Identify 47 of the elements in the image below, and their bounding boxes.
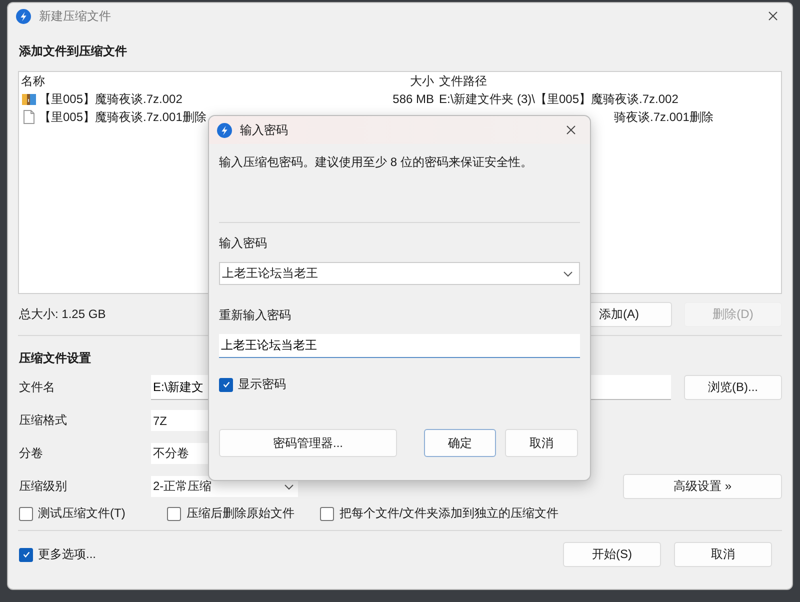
app-logo-icon — [16, 8, 31, 24]
dialog-description: 输入压缩包密码。建议使用至少 8 位的密码来保证安全性。 — [219, 154, 534, 171]
column-header[interactable]: 大小 — [349, 72, 434, 90]
field-label: 分卷 — [19, 445, 44, 462]
file-size: 586 MB — [392, 92, 434, 106]
column-header[interactable]: 文件路径 — [434, 72, 781, 90]
checkmark-icon — [22, 550, 30, 559]
dialog-button[interactable]: 确定 — [424, 429, 496, 457]
confirm-password-field[interactable]: 上老王论坛当老王 — [219, 334, 580, 358]
file-name[interactable]: 【里005】魔骑夜谈.7z.002 — [39, 90, 182, 108]
column-header[interactable]: 名称 — [19, 72, 349, 90]
archive-icon — [21, 91, 37, 107]
dialog-button[interactable]: 开始(S) — [563, 542, 661, 567]
dialog-button[interactable]: 密码管理器... — [219, 429, 397, 457]
section-heading: 压缩文件设置 — [19, 350, 92, 367]
field-label: 文件名 — [19, 379, 56, 396]
field-label: 压缩级别 — [19, 478, 68, 495]
browse-button[interactable]: 浏览(B)... — [684, 375, 782, 400]
password-field[interactable]: 上老王论坛当老王 — [219, 262, 580, 285]
checkbox[interactable] — [219, 378, 233, 392]
checkbox[interactable] — [19, 506, 33, 520]
checkbox[interactable] — [320, 506, 334, 520]
checkbox-label: 更多选项... — [38, 546, 96, 563]
checkbox[interactable] — [19, 548, 33, 562]
section-heading: 添加文件到压缩文件 — [19, 43, 128, 60]
dialog-button[interactable]: 取消 — [674, 542, 772, 567]
total-size: 总大小: 1.25 GB — [19, 306, 106, 323]
checkbox-label: 压缩后删除原始文件 — [186, 505, 294, 522]
checkbox[interactable] — [167, 506, 182, 520]
advanced-settings-button[interactable]: 高级设置 » — [623, 474, 782, 499]
app-logo-icon — [217, 122, 232, 138]
checkbox-label: 显示密码 — [238, 376, 286, 393]
caret-icon — [284, 484, 294, 490]
dialog-title: 输入密码 — [240, 122, 288, 138]
field-label: 重新输入密码 — [219, 307, 292, 324]
file-path: 骑夜谈.7z.001删除 — [614, 110, 714, 124]
caret-icon — [563, 270, 573, 276]
window-title: 新建压缩文件 — [39, 8, 111, 24]
field-label: 压缩格式 — [19, 412, 68, 429]
field-label: 输入密码 — [219, 235, 268, 252]
dialog-button[interactable]: 取消 — [505, 429, 578, 457]
checkmark-icon — [222, 380, 230, 389]
file-path: E:\新建文件夹 (3)\【里005】魔骑夜谈.7z.002 — [439, 92, 678, 106]
file-name[interactable]: 【里005】魔骑夜谈.7z.001删除 — [39, 108, 206, 126]
checkbox-label: 测试压缩文件(T) — [38, 505, 126, 522]
file-icon — [21, 109, 37, 125]
checkbox-label: 把每个文件/文件夹添加到独立的压缩文件 — [339, 505, 559, 522]
